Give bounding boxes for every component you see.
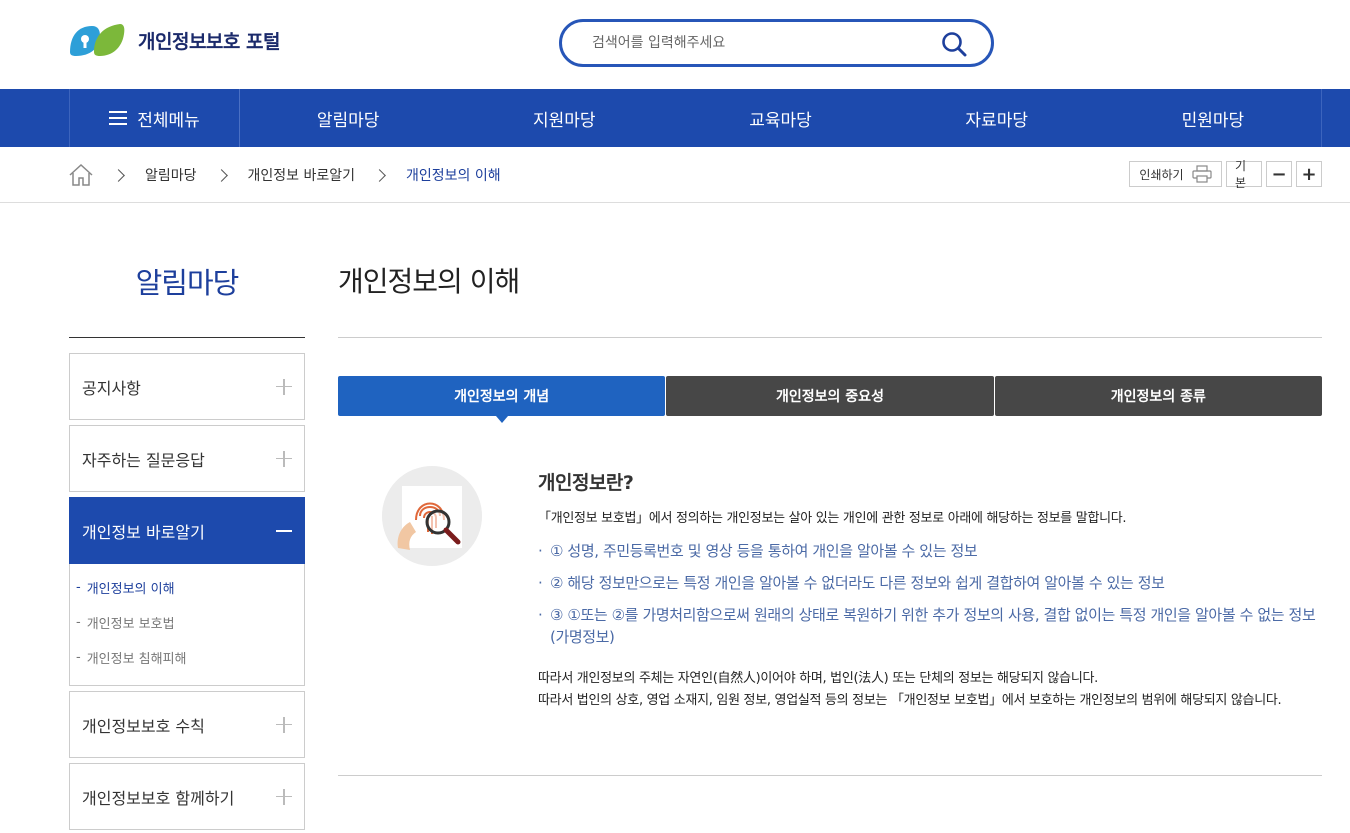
font-decrease-button[interactable]: −	[1266, 161, 1292, 187]
page-tools: 인쇄하기 기본 − +	[1129, 159, 1322, 190]
sidebar-item-rules[interactable]: 개인정보보호 수칙	[69, 691, 305, 758]
chevron-right-icon	[373, 168, 386, 182]
concept-heading: 개인정보란?	[538, 472, 634, 494]
sidebar-item-notice[interactable]: 공지사항	[69, 353, 305, 420]
concept-lead: 「개인정보 보호법」에서 정의하는 개인정보는 살아 있는 개인에 관한 정보로…	[538, 511, 1127, 526]
sub-item-infringement[interactable]: 개인정보 침해피해	[70, 640, 304, 675]
plus-icon	[276, 788, 292, 805]
plus-icon	[276, 450, 292, 467]
sidebar-title: 알림마당	[69, 260, 305, 338]
search-box	[559, 19, 994, 67]
footnote-line: 따라서 법인의 상호, 영업 소재지, 임원 정보, 영업실적 등의 정보는 「…	[538, 693, 1282, 708]
breadcrumb-current: 개인정보의 이해	[406, 168, 501, 184]
concept-points: ① 성명, 주민등록번호 및 영상 등을 통하여 개인을 알아볼 수 있는 정보…	[538, 540, 1318, 648]
tab-importance[interactable]: 개인정보의 중요성	[666, 376, 994, 416]
list-item: ③ ①또는 ②를 가명처리함으로써 원래의 상태로 복원하기 위한 추가 정보의…	[538, 604, 1318, 648]
list-item: ① 성명, 주민등록번호 및 영상 등을 통하여 개인을 알아볼 수 있는 정보	[538, 540, 1318, 562]
nav-item-support[interactable]: 지원마당	[456, 89, 672, 147]
site-logo[interactable]: 개인정보보호 포털	[68, 22, 280, 58]
sidebar-item-label: 자주하는 질문응답	[82, 450, 205, 470]
minus-icon	[276, 529, 292, 532]
logo-icon	[70, 24, 125, 56]
site-header: 개인정보보호 포털	[0, 0, 1350, 89]
breadcrumb-item[interactable]: 개인정보 바로알기	[248, 165, 356, 185]
home-icon[interactable]	[68, 163, 94, 187]
plus-icon	[276, 378, 292, 395]
all-menu-button[interactable]: 전체메뉴	[70, 89, 240, 147]
sidebar-item-privacy-know[interactable]: 개인정보 바로알기	[69, 497, 305, 564]
sidebar-item-together[interactable]: 개인정보보호 함께하기	[69, 763, 305, 830]
nav-item-resources[interactable]: 자료마당	[889, 89, 1105, 147]
sub-item-law[interactable]: 개인정보 보호법	[70, 605, 304, 640]
list-item: ② 해당 정보만으로는 특정 개인을 알아볼 수 없더라도 다른 정보와 쉽게 …	[538, 572, 1318, 594]
sidebar-item-label: 개인정보 바로알기	[82, 522, 205, 542]
concept-text: 개인정보란? 「개인정보 보호법」에서 정의하는 개인정보는 살아 있는 개인에…	[538, 468, 1318, 712]
sidebar-item-label: 개인정보보호 함께하기	[82, 788, 235, 808]
page-title: 개인정보의 이해	[338, 260, 1322, 338]
breadcrumb-item[interactable]: 알림마당	[145, 165, 197, 185]
chevron-right-icon	[112, 168, 125, 182]
sidebar-item-label: 개인정보보호 수칙	[82, 716, 205, 736]
global-nav: 전체메뉴 알림마당 지원마당 교육마당 자료마당 민원마당	[0, 89, 1350, 147]
print-button[interactable]: 인쇄하기	[1129, 161, 1222, 187]
sidebar-item-faq[interactable]: 자주하는 질문응답	[69, 425, 305, 492]
sidebar-item-label: 공지사항	[82, 378, 141, 398]
chevron-right-icon	[214, 168, 228, 182]
print-label: 인쇄하기	[1139, 167, 1184, 182]
breadcrumb: 알림마당 개인정보 바로알기 개인정보의 이해	[68, 163, 501, 187]
sub-item-understanding[interactable]: 개인정보의 이해	[70, 570, 304, 605]
sidebar-sub-list: 개인정보의 이해 개인정보 보호법 개인정보 침해피해	[69, 564, 305, 686]
search-input[interactable]	[592, 22, 952, 64]
search-icon[interactable]	[941, 31, 967, 57]
all-menu-label: 전체메뉴	[137, 110, 200, 131]
sidebar: 알림마당 공지사항 자주하는 질문응답 개인정보 바로알기 개인정보의 이해 개…	[69, 260, 305, 830]
main-content: 개인정보의 이해 개인정보의 개념 개인정보의 중요성 개인정보의 종류 개인정…	[338, 260, 1322, 776]
font-increase-button[interactable]: +	[1296, 161, 1322, 187]
content-tabs: 개인정보의 개념 개인정보의 중요성 개인정보의 종류	[338, 376, 1322, 423]
hamburger-icon	[109, 111, 128, 125]
nav-item-education[interactable]: 교육마당	[672, 89, 888, 147]
nav-item-civil[interactable]: 민원마당	[1105, 89, 1321, 147]
location-bar: 알림마당 개인정보 바로알기 개인정보의 이해 인쇄하기 기본 − +	[0, 147, 1350, 203]
printer-icon	[1191, 165, 1212, 183]
font-default-button[interactable]: 기본	[1226, 159, 1262, 190]
logo-text: 개인정보보호 포털	[138, 30, 280, 53]
fingerprint-magnifier-icon	[382, 466, 482, 566]
footnote-line: 따라서 개인정보의 주체는 자연인(自然人)이어야 하며, 법인(法人) 또는 …	[538, 671, 1098, 686]
plus-icon	[276, 716, 292, 733]
content-body: 개인정보란? 「개인정보 보호법」에서 정의하는 개인정보는 살아 있는 개인에…	[338, 416, 1322, 776]
tab-types[interactable]: 개인정보의 종류	[994, 376, 1322, 416]
concept-footnote: 따라서 개인정보의 주체는 자연인(自然人)이어야 하며, 법인(法人) 또는 …	[538, 668, 1318, 712]
tab-concept[interactable]: 개인정보의 개념	[338, 376, 666, 423]
nav-item-notice[interactable]: 알림마당	[240, 89, 456, 147]
